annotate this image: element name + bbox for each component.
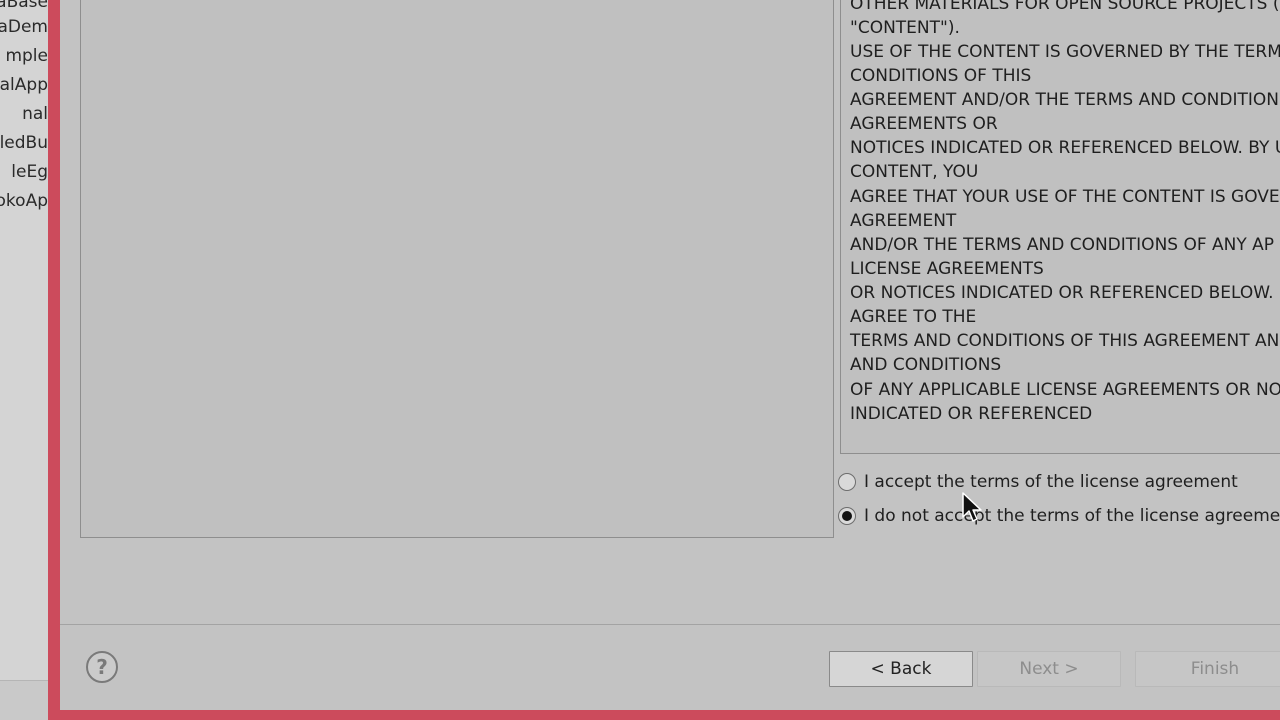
license-text-line: AGREEMENT [850, 211, 957, 231]
license-text-line: AND CONDITIONS [850, 355, 1002, 375]
license-list-pane[interactable] [80, 0, 834, 538]
license-text-line: "CONTENT"). [850, 18, 960, 38]
license-text-line: AGREE THAT YOUR USE OF THE CONTENT IS GO… [850, 187, 1280, 207]
license-text-line: OR NOTICES INDICATED OR REFERENCED BELOW… [850, 283, 1280, 303]
mouse-cursor-icon [962, 492, 982, 522]
help-icon: ? [96, 655, 108, 679]
help-button[interactable]: ? [86, 651, 118, 683]
project-item[interactable]: taBase [0, 0, 48, 14]
project-item[interactable]: ledBu [0, 131, 48, 155]
footer-separator [60, 624, 1280, 625]
project-item[interactable]: leEg [0, 160, 48, 184]
decline-license-label: I do not accept the terms of the license… [864, 506, 1280, 526]
status-strip [0, 680, 48, 720]
license-text-pane[interactable]: OTHER MATERIALS FOR OPEN SOURCE PROJECTS… [840, 0, 1280, 454]
license-text-line: AND/OR THE TERMS AND CONDITIONS OF ANY A… [850, 235, 1275, 255]
license-text-line: AGREEMENT AND/OR THE TERMS AND CONDITION [850, 90, 1279, 110]
license-text-line: CONDITIONS OF THIS [850, 66, 1032, 86]
license-text-line: OTHER MATERIALS FOR OPEN SOURCE PROJECTS… [850, 0, 1280, 14]
project-item[interactable]: nal [0, 102, 48, 126]
license-text-line: CONTENT, YOU [850, 162, 979, 182]
radio-unchecked-icon[interactable] [838, 473, 856, 491]
license-text-line: INDICATED OR REFERENCED [850, 404, 1093, 424]
license-text-line: OF ANY APPLICABLE LICENSE AGREEMENTS OR … [850, 380, 1280, 400]
license-text-line: AGREEMENTS OR [850, 114, 998, 134]
accept-license-radio[interactable]: I accept the terms of the license agreem… [838, 469, 1238, 495]
license-text-line: TERMS AND CONDITIONS OF THIS AGREEMENT A… [850, 331, 1280, 351]
license-text-line: NOTICES INDICATED OR REFERENCED BELOW. B… [850, 138, 1280, 158]
accept-license-label: I accept the terms of the license agreem… [864, 472, 1238, 492]
license-text-line: AGREE TO THE [850, 307, 977, 327]
project-item[interactable]: alApp [0, 73, 48, 97]
project-item[interactable]: taDem [0, 15, 48, 39]
next-button[interactable]: Next > [977, 651, 1121, 687]
license-wizard-dialog: OTHER MATERIALS FOR OPEN SOURCE PROJECTS… [48, 0, 1280, 720]
finish-button[interactable]: Finish [1135, 651, 1280, 687]
back-button[interactable]: < Back [829, 651, 973, 687]
project-item[interactable]: okoAp [0, 189, 48, 213]
license-text-line: USE OF THE CONTENT IS GOVERNED BY THE TE… [850, 42, 1280, 62]
license-text-line: LICENSE AGREEMENTS [850, 259, 1044, 279]
project-item[interactable]: mple [0, 44, 48, 68]
radio-checked-icon[interactable] [838, 507, 856, 525]
background-project-explorer: taBase taDem mple alApp nal ledBu leEg o… [0, 0, 48, 720]
decline-license-radio[interactable]: I do not accept the terms of the license… [838, 503, 1280, 529]
